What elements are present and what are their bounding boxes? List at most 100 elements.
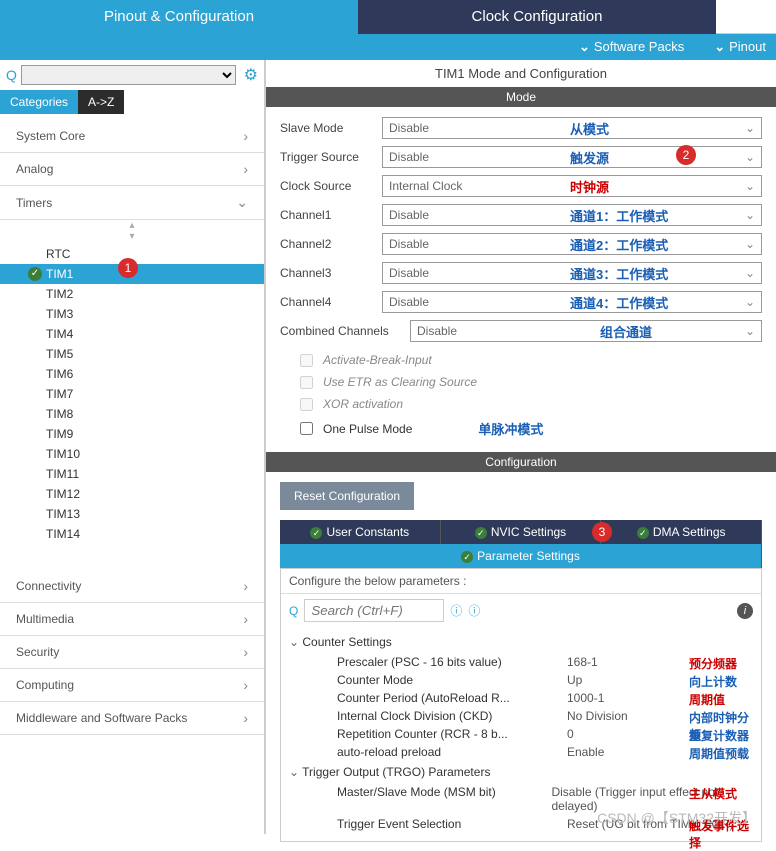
tab-parameter-settings[interactable]: Parameter Settings	[280, 544, 762, 568]
tab-az[interactable]: A->Z	[78, 90, 124, 114]
param-preload-value[interactable]: Enable	[567, 745, 667, 759]
callout-badge-2: 2	[676, 145, 696, 165]
label-channel3: Channel3	[280, 266, 382, 280]
section-security[interactable]: Security›	[0, 636, 264, 669]
param-prescaler-name: Prescaler (PSC - 16 bits value)	[337, 655, 567, 669]
timer-item-tim6[interactable]: TIM6	[0, 364, 264, 384]
param-ckd-value[interactable]: No Division	[567, 709, 667, 723]
combo-trigger-source[interactable]: Disable	[382, 146, 762, 168]
timer-item-tim3[interactable]: TIM3	[0, 304, 264, 324]
timer-item-tim11[interactable]: TIM11	[0, 464, 264, 484]
section-timers[interactable]: Timers⌄	[0, 186, 264, 220]
info-icon[interactable]: i	[737, 603, 753, 619]
section-analog[interactable]: Analog›	[0, 153, 264, 186]
combo-clock-source[interactable]: Internal Clock	[382, 175, 762, 197]
param-period-value[interactable]: 1000-1	[567, 691, 667, 705]
timer-item-tim9[interactable]: TIM9	[0, 424, 264, 444]
timer-item-tim10[interactable]: TIM10	[0, 444, 264, 464]
chevron-right-icon: ›	[243, 644, 248, 660]
section-connectivity[interactable]: Connectivity›	[0, 570, 264, 603]
category-tree: System Core› Analog› Timers⌄ ▴▾ RTC TIM1…	[0, 114, 264, 834]
check-icon	[475, 525, 487, 539]
param-tes-name: Trigger Event Selection	[337, 817, 567, 831]
label-xor: XOR activation	[323, 397, 403, 411]
callout-badge-3: 3	[592, 522, 612, 542]
label-etr: Use ETR as Clearing Source	[323, 375, 477, 389]
tab-categories[interactable]: Categories	[0, 90, 78, 114]
timer-item-tim2[interactable]: TIM2	[0, 284, 264, 304]
combo-combined-channels[interactable]: Disable	[410, 320, 762, 342]
param-msm-name: Master/Slave Mode (MSM bit)	[337, 785, 551, 813]
check-icon	[637, 525, 649, 539]
combo-channel2[interactable]: Disable	[382, 233, 762, 255]
dropdown-pinout[interactable]: Pinout	[714, 39, 776, 55]
tab-pinout-config[interactable]: Pinout & Configuration	[0, 0, 358, 34]
timer-item-tim12[interactable]: TIM12	[0, 484, 264, 504]
reset-config-button[interactable]: Reset Configuration	[280, 482, 414, 510]
timer-item-tim5[interactable]: TIM5	[0, 344, 264, 364]
callout-badge-1: 1	[118, 258, 138, 278]
chevron-right-icon: ›	[243, 710, 248, 726]
chevron-right-icon: ›	[243, 677, 248, 693]
param-preload-name: auto-reload preload	[337, 745, 567, 759]
label-slave-mode: Slave Mode	[280, 121, 382, 135]
ann-mode: 向上计数	[689, 673, 737, 690]
chevron-right-icon: ›	[243, 611, 248, 627]
config-panel-header: Configuration	[266, 452, 776, 472]
check-icon	[461, 549, 473, 563]
grip-icon: ▴▾	[0, 220, 264, 242]
search-icon: Q	[6, 67, 17, 83]
search-select[interactable]	[21, 65, 236, 85]
param-title: Configure the below parameters :	[281, 569, 761, 594]
label-trigger-source: Trigger Source	[280, 150, 382, 164]
param-prescaler-value[interactable]: 168-1	[567, 655, 667, 669]
tab-dma-settings[interactable]: DMA Settings	[601, 520, 762, 544]
section-middleware[interactable]: Middleware and Software Packs›	[0, 702, 264, 735]
peripheral-title: TIM1 Mode and Configuration	[266, 60, 776, 87]
combo-channel4[interactable]: Disable	[382, 291, 762, 313]
combo-channel1[interactable]: Disable	[382, 204, 762, 226]
param-search-input[interactable]	[304, 599, 444, 622]
dropdown-software-packs[interactable]: Software Packs	[579, 39, 714, 55]
timer-item-tim14[interactable]: TIM14	[0, 524, 264, 544]
tab-nvic-settings[interactable]: NVIC Settings	[441, 520, 602, 544]
gear-icon[interactable]: ⚙	[244, 65, 258, 85]
group-counter-settings[interactable]: Counter Settings	[289, 635, 753, 649]
label-channel1: Channel1	[280, 208, 382, 222]
timer-item-tim8[interactable]: TIM8	[0, 404, 264, 424]
tab-user-constants[interactable]: User Constants	[280, 520, 441, 544]
timer-item-tim7[interactable]: TIM7	[0, 384, 264, 404]
label-channel2: Channel2	[280, 237, 382, 251]
section-multimedia[interactable]: Multimedia›	[0, 603, 264, 636]
param-counter-mode-name: Counter Mode	[337, 673, 567, 687]
chevron-right-icon: ›	[243, 578, 248, 594]
search-next-icon[interactable]: ⓘ	[468, 602, 480, 619]
combo-channel3[interactable]: Disable	[382, 262, 762, 284]
label-combined-channels: Combined Channels	[280, 324, 410, 338]
chevron-right-icon: ›	[243, 161, 248, 177]
ann-psc: 预分频器	[689, 655, 737, 672]
checkbox-etr	[300, 376, 313, 389]
chevron-down-icon: ⌄	[236, 194, 248, 211]
param-counter-mode-value[interactable]: Up	[567, 673, 667, 687]
param-rcr-value[interactable]: 0	[567, 727, 667, 741]
section-system-core[interactable]: System Core›	[0, 120, 264, 153]
check-icon	[310, 525, 322, 539]
tab-clock-config[interactable]: Clock Configuration	[358, 0, 716, 34]
search-prev-icon[interactable]: ⓘ	[450, 602, 462, 619]
combo-slave-mode[interactable]: Disable	[382, 117, 762, 139]
section-computing[interactable]: Computing›	[0, 669, 264, 702]
label-clock-source: Clock Source	[280, 179, 382, 193]
ann-rcr: 重复计数器	[689, 727, 749, 744]
search-icon: Q	[289, 604, 298, 618]
timer-item-tim13[interactable]: TIM13	[0, 504, 264, 524]
ann-preload: 周期值预载	[689, 745, 749, 762]
param-ckd-name: Internal Clock Division (CKD)	[337, 709, 567, 723]
param-rcr-name: Repetition Counter (RCR - 8 b...	[337, 727, 567, 741]
group-trgo[interactable]: Trigger Output (TRGO) Parameters	[289, 765, 753, 779]
ann-msm: 主从模式	[689, 785, 737, 802]
ann-period: 周期值	[689, 691, 725, 708]
timer-item-tim4[interactable]: TIM4	[0, 324, 264, 344]
chevron-right-icon: ›	[243, 128, 248, 144]
checkbox-one-pulse[interactable]	[300, 422, 313, 435]
